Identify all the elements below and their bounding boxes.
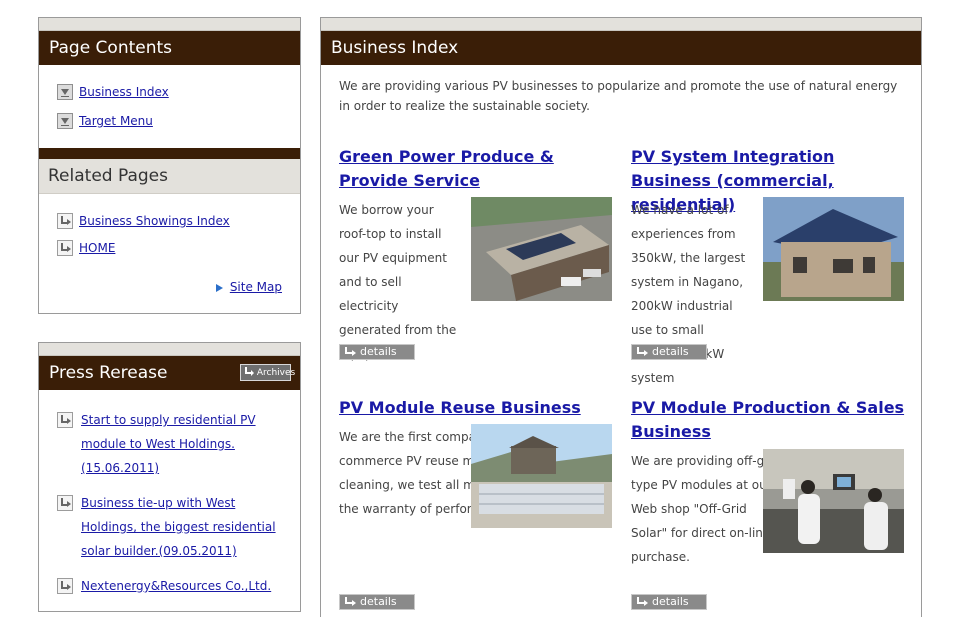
enter-arrow-icon [57,495,73,511]
business-description: We are providing off-grid type PV module… [631,449,781,569]
details-label: details [652,345,689,358]
site-map-link-wrap[interactable]: Site Map [215,280,282,294]
related-pages-section: Related Pages [39,148,300,194]
page-contents-box: Page Contents Business Index Target Menu… [38,17,301,314]
enter-arrow-icon [636,596,648,606]
enter-arrow-icon [344,346,356,356]
box-top-strip [39,18,300,31]
business-card-pv-module-production: PV Module Production & Sales Business [631,396,905,444]
module-factory-workers-image [763,449,904,553]
press-item-link[interactable]: Start to supply residential PV module to… [81,408,287,480]
nav-item-home[interactable]: HOME [57,236,115,260]
module-reuse-field-image [471,424,612,528]
business-title-link[interactable]: PV Module Reuse Business [339,398,581,417]
press-item: Start to supply residential PV module to… [57,408,287,480]
details-button[interactable]: details [631,594,707,610]
press-item: Business tie-up with West Holdings, the … [57,491,287,563]
enter-arrow-icon [57,578,73,594]
archives-button[interactable]: Archives [240,364,295,381]
nav-link-business-showings-index[interactable]: Business Showings Index [79,214,230,228]
nav-item-business-showings-index[interactable]: Business Showings Index [57,209,230,233]
press-item: Nextenergy&Resources Co.,Ltd. [57,574,287,598]
nav-link-home[interactable]: HOME [79,241,115,255]
press-item-link[interactable]: Business tie-up with West Holdings, the … [81,491,287,563]
business-title-link[interactable]: Green Power Produce & Provide Service [339,147,554,190]
business-index-heading: Business Index [321,31,921,65]
archives-label: Archives [256,368,296,378]
press-release-title: Press Rerease [49,363,168,383]
enter-arrow-icon [57,212,73,229]
down-arrow-icon [57,112,73,129]
business-index-panel: Business Index We are providing various … [320,17,922,617]
module-factory-workers-photo [763,449,904,553]
residential-solar-house-image [763,197,904,301]
related-pages-heading: Related Pages [39,159,300,194]
press-item-link[interactable]: Nextenergy&Resources Co.,Ltd. [81,574,287,598]
press-release-box: Press Rerease Archives Start to supply r… [38,342,301,612]
triangle-right-icon [215,283,223,292]
module-reuse-field-photo [471,424,612,528]
intro-text: We are providing various PV businesses t… [339,79,898,113]
business-description-text: We are providing off-grid type PV module… [631,454,781,564]
business-title: PV Module Production & Sales Business [631,396,905,444]
business-card-green-power: Green Power Produce & Provide Service [339,145,613,193]
rooftop-solar-store-image [471,197,612,301]
residential-solar-house-photo [763,197,904,301]
details-label: details [360,595,397,608]
nav-item-target-menu[interactable]: Target Menu [57,109,153,133]
details-label: details [360,345,397,358]
nav-link-business-index[interactable]: Business Index [79,85,169,99]
site-map-link[interactable]: Site Map [230,280,282,294]
section-divider [39,148,300,159]
business-title-link[interactable]: PV Module Production & Sales Business [631,398,904,441]
details-label: details [652,595,689,608]
business-title: Green Power Produce & Provide Service [339,145,613,193]
business-description: We have a lot of experiences from 350kW,… [631,198,751,390]
details-button[interactable]: details [631,344,707,360]
box-top-strip [321,18,921,31]
nav-link-target-menu[interactable]: Target Menu [79,114,153,128]
nav-item-business-index[interactable]: Business Index [57,80,169,104]
business-description-text: We borrow your roof-top to install our P… [339,203,457,361]
business-title: PV Module Reuse Business [339,396,613,420]
press-release-heading: Press Rerease Archives [39,356,300,390]
enter-arrow-icon [636,346,648,356]
enter-arrow-icon [57,239,73,256]
business-card-pv-module-reuse: PV Module Reuse Business [339,396,613,420]
enter-arrow-icon [344,596,356,606]
enter-arrow-icon [57,412,73,428]
page-contents-heading: Page Contents [39,31,300,65]
details-button[interactable]: details [339,594,415,610]
business-description: We borrow your roof-top to install our P… [339,198,459,366]
down-arrow-icon [57,83,73,100]
details-button[interactable]: details [339,344,415,360]
box-top-strip [39,343,300,356]
enter-arrow-icon [245,367,254,376]
rooftop-solar-store-photo [471,197,612,301]
